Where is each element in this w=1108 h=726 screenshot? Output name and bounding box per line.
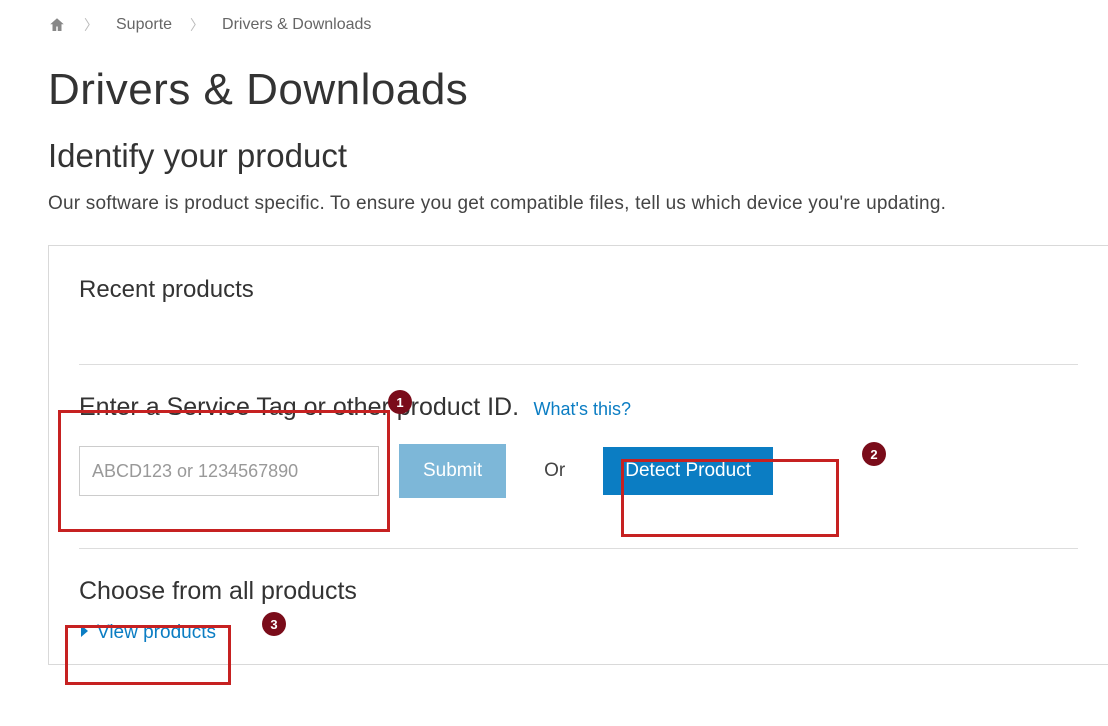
divider [79, 548, 1078, 549]
view-products-label: View products [97, 622, 216, 644]
tag-input-row: Submit Or Detect Product [79, 444, 1078, 498]
or-label: Or [544, 460, 565, 482]
service-tag-input[interactable] [79, 446, 379, 496]
whats-this-link[interactable]: What's this? [534, 399, 631, 419]
chevron-right-icon: 〉 [84, 15, 98, 35]
breadcrumb: 〉 Suporte 〉 Drivers & Downloads [48, 15, 1108, 35]
chevron-right-icon: 〉 [190, 15, 204, 35]
chevron-right-icon [79, 622, 91, 644]
detect-product-button[interactable]: Detect Product [603, 447, 773, 495]
page-subtitle: Identify your product [48, 137, 1108, 175]
choose-all-title: Choose from all products [79, 577, 1078, 606]
page-lead: Our software is product specific. To ens… [48, 193, 1108, 215]
recent-products-title: Recent products [79, 276, 1078, 304]
home-icon[interactable] [48, 16, 66, 34]
view-products-link[interactable]: View products [79, 622, 216, 644]
divider [79, 364, 1078, 365]
breadcrumb-item-suporte[interactable]: Suporte [116, 16, 172, 34]
identify-panel: Recent products Enter a Service Tag or o… [48, 245, 1108, 665]
page-title: Drivers & Downloads [48, 65, 1108, 115]
submit-button[interactable]: Submit [399, 444, 506, 498]
enter-tag-title: Enter a Service Tag or other product ID. [79, 393, 519, 421]
breadcrumb-item-drivers[interactable]: Drivers & Downloads [222, 16, 371, 34]
